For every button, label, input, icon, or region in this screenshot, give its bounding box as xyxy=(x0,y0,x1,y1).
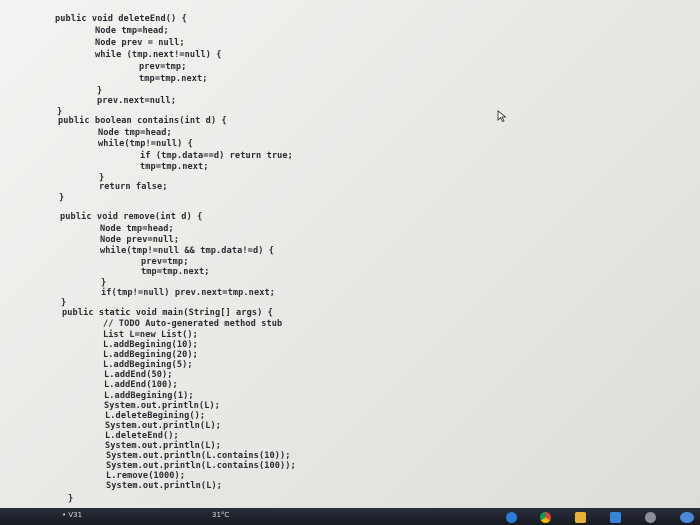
store-icon[interactable] xyxy=(610,512,621,523)
code-editor[interactable]: public void deleteEnd() { Node tmp=head;… xyxy=(0,0,700,508)
mouse-pointer-icon xyxy=(497,110,507,122)
taskbar-label: • V31 xyxy=(62,511,83,519)
code-line: // TODO Auto-generated method stub xyxy=(103,319,283,329)
code-line: } xyxy=(68,494,74,504)
weather-temperature: 31°C xyxy=(212,511,230,519)
code-line: Node prev=null; xyxy=(100,235,180,245)
code-line: L.addBegining(20); xyxy=(103,350,198,360)
code-line: tmp=tmp.next; xyxy=(141,267,210,277)
code-line: prev.next=null; xyxy=(97,96,177,106)
code-line: System.out.println(L); xyxy=(105,421,222,431)
code-line: } xyxy=(97,86,103,96)
code-line: public boolean contains(int d) { xyxy=(58,116,227,126)
code-line: System.out.println(L); xyxy=(105,441,222,451)
code-line: prev=tmp; xyxy=(141,257,189,267)
chrome-icon[interactable] xyxy=(540,512,551,523)
settings-icon[interactable] xyxy=(645,512,656,523)
code-line: Node tmp=head; xyxy=(100,224,174,234)
code-line: Node prev = null; xyxy=(95,38,185,48)
code-line: while(tmp!=null && tmp.data!=d) { xyxy=(100,246,275,256)
code-line: System.out.println(L); xyxy=(104,401,221,411)
code-line: public static void main(String[] args) { xyxy=(62,308,273,318)
edge-icon[interactable] xyxy=(506,512,517,523)
start-icon[interactable] xyxy=(680,512,694,523)
code-line: return false; xyxy=(99,182,168,192)
code-line: prev=tmp; xyxy=(139,62,187,72)
code-line: while (tmp.next!=null) { xyxy=(95,50,222,60)
code-line: } xyxy=(59,193,65,203)
code-line: L.addBegining(10); xyxy=(103,340,198,350)
code-line: tmp=tmp.next; xyxy=(140,162,209,172)
code-line: if(tmp!=null) prev.next=tmp.next; xyxy=(101,288,276,298)
code-line: L.addBegining(5); xyxy=(103,360,193,370)
taskbar: • V31 31°C xyxy=(0,508,700,525)
code-line: List L=new List(); xyxy=(103,330,198,340)
code-line: L.addEnd(50); xyxy=(104,370,173,380)
code-line: L.addEnd(100); xyxy=(104,380,178,390)
folder-icon[interactable] xyxy=(575,512,586,523)
code-line: System.out.println(L.contains(100)); xyxy=(106,461,296,471)
code-line: L.remove(1000); xyxy=(106,471,186,481)
code-line: L.deleteBegining(); xyxy=(105,411,206,421)
code-line: } xyxy=(61,298,67,308)
code-line: } xyxy=(101,278,107,288)
code-line: tmp=tmp.next; xyxy=(139,74,208,84)
code-line: L.addBegining(1); xyxy=(104,391,194,401)
code-line: System.out.println(L); xyxy=(106,481,223,491)
code-line: public void deleteEnd() { xyxy=(55,14,187,24)
code-line: Node tmp=head; xyxy=(98,128,172,138)
code-line: L.deleteEnd(); xyxy=(105,431,179,441)
code-line: Node tmp=head; xyxy=(95,26,169,36)
code-line: System.out.println(L.contains(10)); xyxy=(106,451,291,461)
code-line: if (tmp.data==d) return true; xyxy=(140,151,293,161)
code-line: while(tmp!=null) { xyxy=(98,139,193,149)
code-line: public void remove(int d) { xyxy=(60,212,203,222)
